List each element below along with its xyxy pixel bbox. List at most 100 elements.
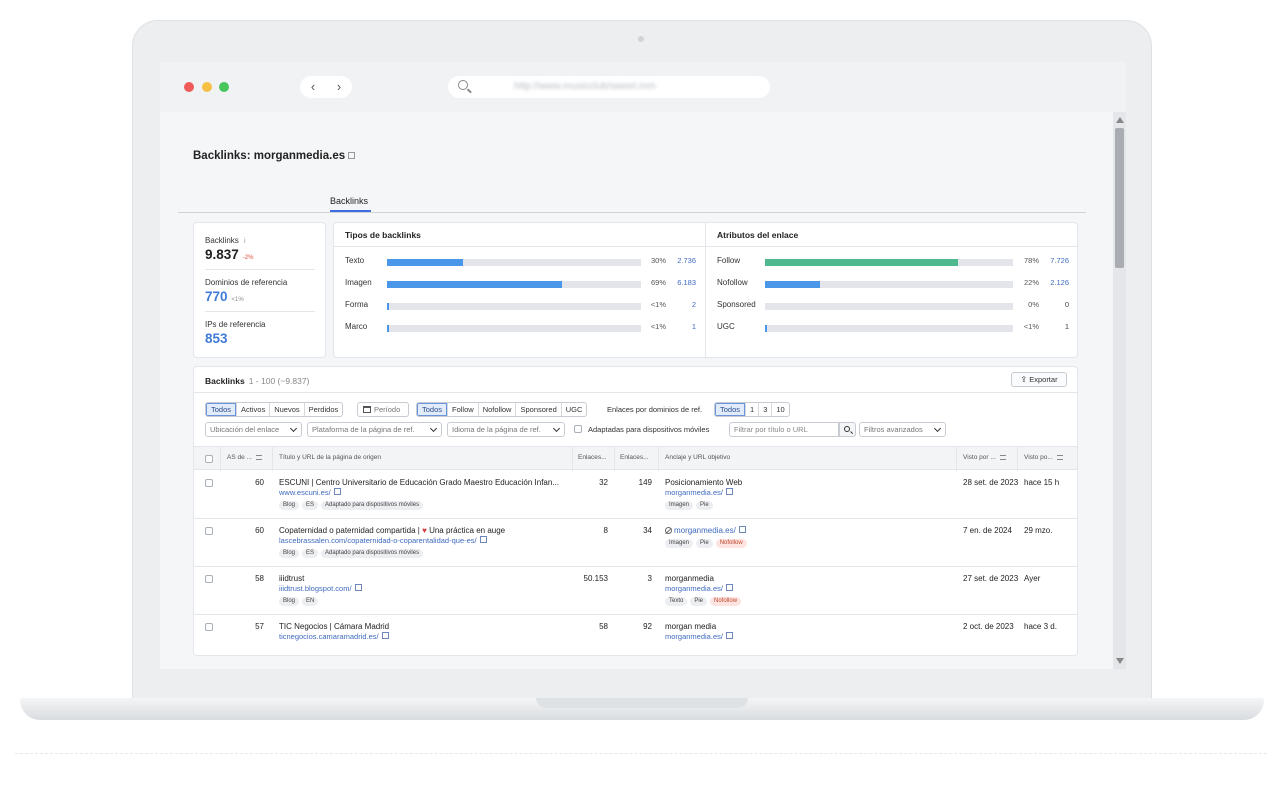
row-internal-links[interactable]: 34 [614, 526, 652, 535]
minimize-window-button[interactable] [202, 82, 212, 92]
col-last-seen[interactable]: Visto po... [1024, 454, 1063, 461]
attr-nofollow[interactable]: Nofollow [477, 403, 516, 416]
scroll-down-arrow-icon[interactable] [1116, 658, 1124, 664]
mobile-checkbox[interactable] [574, 425, 582, 433]
row-title[interactable]: TIC Negocios | Cámara Madrid [279, 622, 389, 631]
domains-value[interactable]: 770 <1% [205, 289, 244, 304]
ips-value[interactable]: 853 [205, 331, 228, 346]
attribute-row[interactable]: UGC <1% 1 [706, 321, 1079, 335]
type-row[interactable]: Texto 30% 2.736 [334, 255, 705, 269]
row-url[interactable]: ticnegocios.camaramadrid.es/ [279, 632, 379, 641]
type-count[interactable]: 1 [660, 322, 696, 331]
col-as[interactable]: AS de ... [227, 454, 262, 461]
row-target-url[interactable]: morganmedia.es/ [665, 488, 723, 497]
attribute-count[interactable]: 7.726 [1033, 256, 1069, 265]
maximize-window-button[interactable] [219, 82, 229, 92]
page-title-domain[interactable]: morganmedia.es [254, 150, 345, 162]
sort-icon[interactable] [999, 454, 1006, 460]
row-url[interactable]: www.escuni.es/ [279, 488, 331, 497]
type-row[interactable]: Imagen 69% 6.183 [334, 277, 705, 291]
external-link-icon[interactable] [333, 488, 341, 495]
attr-sponsored[interactable]: Sponsored [515, 403, 560, 416]
language-dropdown[interactable]: Idioma de la página de ref. [447, 422, 565, 437]
status-all[interactable]: Todos [206, 403, 237, 416]
type-count[interactable]: 2.736 [660, 256, 696, 265]
per-domain-3[interactable]: 3 [758, 403, 771, 416]
row-url[interactable]: lascebrassalen.com/copaternidad-o-copare… [279, 536, 477, 545]
row-title[interactable]: iiidtrust [279, 574, 304, 583]
row-title[interactable]: ESCUNI | Centro Universitario de Educaci… [279, 478, 559, 487]
select-all-checkbox[interactable] [205, 455, 213, 463]
row-external-links[interactable]: 50.153 [574, 574, 608, 583]
row-internal-links[interactable]: 3 [614, 574, 652, 583]
row-target-url[interactable]: morganmedia.es/ [665, 632, 723, 641]
attribute-row[interactable]: Follow 78% 7.726 [706, 255, 1079, 269]
row-external-links[interactable]: 8 [574, 526, 608, 535]
filter-search-button[interactable] [839, 422, 856, 437]
per-domain-all[interactable]: Todos [715, 403, 746, 416]
external-link-icon[interactable] [738, 526, 746, 533]
type-count[interactable]: 6.183 [660, 278, 696, 287]
row-internal-links[interactable]: 92 [614, 622, 652, 631]
row-url[interactable]: iiidtrust.blogspot.com/ [279, 584, 352, 593]
external-link-icon[interactable] [381, 632, 389, 639]
close-window-button[interactable] [184, 82, 194, 92]
title-url-filter-input[interactable]: Filtrar por título o URL [729, 422, 839, 437]
period-button[interactable]: Período [357, 402, 409, 417]
col-first-seen[interactable]: Visto por ... [963, 454, 1006, 461]
row-target-url[interactable]: morganmedia.es/ [665, 584, 723, 593]
export-button[interactable]: ⇪ Exportar [1011, 372, 1067, 387]
row-checkbox[interactable] [205, 479, 213, 487]
forward-button[interactable]: › [326, 76, 352, 98]
attr-ugc[interactable]: UGC [560, 403, 587, 416]
col-internal-links[interactable]: Enlaces... [620, 454, 649, 461]
external-link-icon[interactable] [348, 152, 356, 159]
external-link-icon[interactable] [725, 584, 733, 591]
status-active[interactable]: Activos [236, 403, 269, 416]
row-checkbox[interactable] [205, 623, 213, 631]
platform-dropdown[interactable]: Plataforma de la página de ref. [307, 422, 442, 437]
row-external-links[interactable]: 58 [574, 622, 608, 631]
attr-all[interactable]: Todos [417, 403, 448, 416]
type-row[interactable]: Marco <1% 1 [334, 321, 705, 335]
sort-icon[interactable] [1056, 454, 1063, 460]
address-bar[interactable]: http://www.musicclub/sweet.mm [448, 76, 770, 98]
external-link-icon[interactable] [725, 632, 733, 639]
col-anchor[interactable]: Anclaje y URL objetivo [665, 454, 730, 461]
sort-icon[interactable] [255, 454, 262, 460]
attribute-count[interactable]: 2.126 [1033, 278, 1069, 287]
attribute-row[interactable]: Sponsored 0% 0 [706, 299, 1079, 313]
row-checkbox[interactable] [205, 575, 213, 583]
external-link-icon[interactable] [479, 536, 487, 543]
back-button[interactable]: ‹ [300, 76, 326, 98]
link-location-dropdown[interactable]: Ubicación del enlace [205, 422, 302, 437]
advanced-filters-dropdown[interactable]: Filtros avanzados [859, 422, 946, 437]
info-icon[interactable]: i [244, 238, 246, 245]
attribute-count[interactable]: 1 [1033, 322, 1069, 331]
row-title[interactable]: Copaternidad o paternidad compartida | ♥… [279, 526, 505, 535]
type-row[interactable]: Forma <1% 2 [334, 299, 705, 313]
row-first-seen: 2 oct. de 2023 [963, 622, 1014, 631]
external-link-icon[interactable] [725, 488, 733, 495]
page-scrollbar[interactable] [1113, 112, 1126, 669]
status-lost[interactable]: Perdidos [303, 403, 343, 416]
tab-backlinks[interactable]: Backlinks [330, 196, 368, 206]
row-internal-links[interactable]: 149 [614, 478, 652, 487]
status-new[interactable]: Nuevos [269, 403, 303, 416]
type-count[interactable]: 2 [660, 300, 696, 309]
row-external-links[interactable]: 32 [574, 478, 608, 487]
row-checkbox[interactable] [205, 527, 213, 535]
per-domain-10[interactable]: 10 [771, 403, 788, 416]
attr-follow[interactable]: Follow [447, 403, 478, 416]
attribute-count[interactable]: 0 [1033, 300, 1069, 309]
col-external-links[interactable]: Enlaces... [578, 454, 607, 461]
summary-card: Backlinks i 9.837 -2% Dominios de referen… [193, 222, 326, 358]
per-domain-1[interactable]: 1 [745, 403, 758, 416]
scroll-thumb[interactable] [1115, 128, 1124, 268]
external-link-icon[interactable] [354, 584, 362, 591]
domains-count[interactable]: 770 [205, 289, 228, 304]
row-target-url[interactable]: morganmedia.es/ [674, 526, 736, 535]
attribute-row[interactable]: Nofollow 22% 2.126 [706, 277, 1079, 291]
col-title[interactable]: Título y URL de la página de origen [279, 454, 381, 461]
scroll-up-arrow-icon[interactable] [1116, 117, 1124, 123]
